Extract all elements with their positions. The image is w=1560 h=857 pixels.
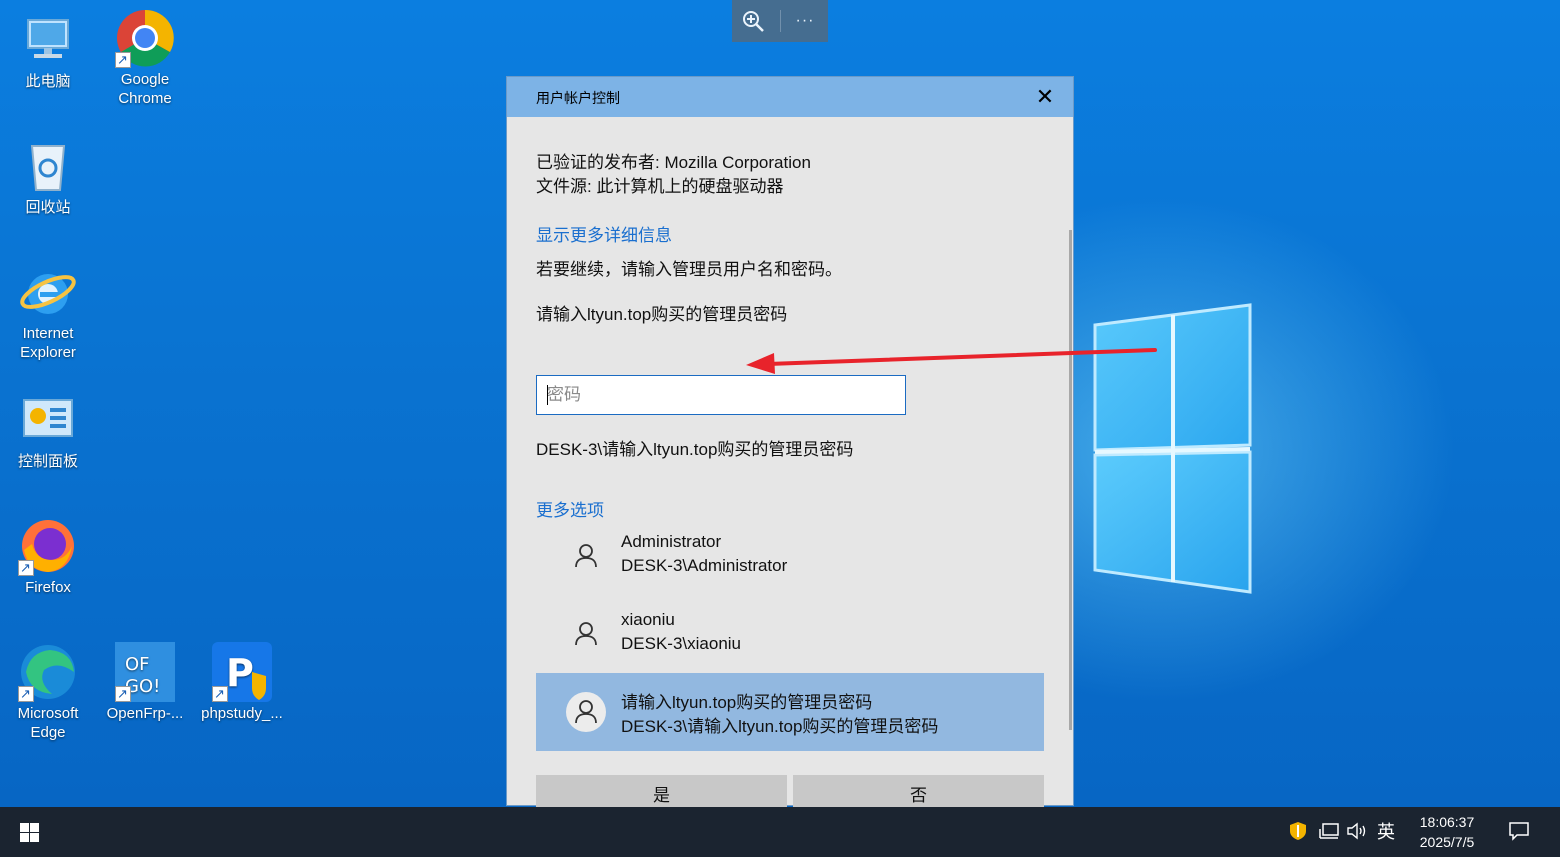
shortcut-arrow-icon bbox=[18, 558, 34, 577]
account-name: Administrator bbox=[621, 532, 722, 551]
password-field[interactable]: 密码 bbox=[536, 375, 906, 415]
selected-account-title: 请输入ltyun.top购买的管理员密码 bbox=[536, 305, 788, 324]
desktop-icon-label: 控制面板 bbox=[17, 453, 78, 470]
file-origin-text: 文件源: 此计算机上的硬盘驱动器 bbox=[536, 177, 784, 196]
svg-text:P: P bbox=[226, 651, 254, 695]
user-icon bbox=[566, 614, 606, 654]
desktop-icon-label: Internet Explorer bbox=[20, 325, 76, 361]
account-domain: DESK-3\Administrator bbox=[621, 556, 788, 575]
account-name: 请输入ltyun.top购买的管理员密码 bbox=[621, 693, 873, 712]
toolbar-separator bbox=[780, 10, 781, 32]
more-icon: ··· bbox=[795, 12, 815, 29]
account-option-administrator[interactable]: Administrator DESK-3\Administrator bbox=[536, 517, 1044, 595]
network-icon[interactable] bbox=[1318, 821, 1340, 843]
uac-title: 用户帐户控制 bbox=[536, 90, 620, 106]
desktop-icon-label: 此电脑 bbox=[25, 73, 71, 90]
taskbar: 英 18:06:37 2025/7/5 bbox=[0, 807, 1560, 857]
close-button[interactable]: ✕ bbox=[1033, 85, 1057, 109]
desktop-icon-this-pc[interactable]: 此电脑 bbox=[3, 10, 93, 91]
chrome-icon bbox=[115, 8, 175, 69]
desktop-icon-label: Firefox bbox=[25, 579, 71, 596]
recycle-bin-icon bbox=[18, 136, 78, 196]
phpstudy-icon: P bbox=[212, 642, 272, 703]
account-domain: DESK-3\请输入ltyun.top购买的管理员密码 bbox=[621, 717, 939, 736]
instruction-text: 若要继续，请输入管理员用户名和密码。 bbox=[536, 260, 842, 279]
clock-time: 18:06:37 bbox=[1419, 814, 1475, 830]
zoom-in-icon bbox=[743, 11, 764, 32]
shortcut-arrow-icon bbox=[115, 50, 131, 69]
desktop-icon-recycle-bin[interactable]: 回收站 bbox=[3, 136, 93, 217]
floating-toolbar: ··· bbox=[732, 0, 828, 42]
close-icon: ✕ bbox=[1035, 84, 1055, 109]
show-details-link[interactable]: 显示更多详细信息 bbox=[536, 221, 672, 246]
account-name: xiaoniu bbox=[621, 610, 675, 629]
more-button[interactable]: ··· bbox=[790, 8, 820, 34]
desktop-icon-openfrp[interactable]: OFGO! OpenFrp-... bbox=[100, 642, 190, 723]
uac-title-bar: 用户帐户控制 ✕ bbox=[507, 77, 1073, 117]
uac-body: 已验证的发布者: Mozilla Corporation 文件源: 此计算机上的… bbox=[507, 117, 1073, 816]
start-button[interactable] bbox=[0, 807, 58, 857]
account-option-xiaoniu[interactable]: xiaoniu DESK-3\xiaoniu bbox=[536, 595, 1044, 673]
domain-user-text: DESK-3\请输入ltyun.top购买的管理员密码 bbox=[536, 440, 854, 459]
volume-icon[interactable] bbox=[1346, 821, 1368, 843]
svg-text:OF: OF bbox=[125, 654, 150, 675]
windows-start-icon bbox=[20, 823, 39, 842]
user-icon bbox=[566, 536, 606, 576]
desktop-icon-label: OpenFrp-... bbox=[106, 705, 184, 722]
publisher-text: 已验证的发布者: Mozilla Corporation bbox=[536, 153, 811, 172]
notification-center-icon[interactable] bbox=[1507, 821, 1531, 843]
shortcut-arrow-icon bbox=[18, 684, 34, 703]
annotation-arrow bbox=[740, 340, 1160, 380]
scrollbar[interactable] bbox=[1069, 230, 1072, 730]
zoom-in-button[interactable] bbox=[738, 8, 768, 34]
uac-dialog: 用户帐户控制 ✕ 已验证的发布者: Mozilla Corporation 文件… bbox=[506, 76, 1074, 816]
shortcut-arrow-icon bbox=[212, 684, 228, 703]
clock[interactable]: 18:06:37 2025/7/5 bbox=[1404, 812, 1490, 852]
openfrp-icon: OF GO! bbox=[115, 642, 175, 703]
desktop-icon-label: Microsoft Edge bbox=[17, 705, 79, 741]
firefox-icon bbox=[18, 516, 78, 577]
desktop-icon-control-panel[interactable]: 控制面板 bbox=[3, 390, 93, 471]
edge-icon bbox=[18, 642, 78, 703]
password-placeholder: 密码 bbox=[547, 385, 581, 404]
control-panel-icon bbox=[18, 390, 78, 450]
desktop-icon-label: 回收站 bbox=[25, 199, 71, 216]
security-shield-icon[interactable] bbox=[1288, 821, 1308, 843]
internet-explorer-icon bbox=[18, 262, 78, 322]
computer-icon bbox=[18, 10, 78, 70]
desktop-icon-internet-explorer[interactable]: Internet Explorer bbox=[3, 262, 93, 362]
account-domain: DESK-3\xiaoniu bbox=[621, 634, 742, 653]
desktop-icon-label: phpstudy_... bbox=[201, 705, 283, 722]
text-caret bbox=[547, 385, 548, 405]
desktop-icon-phpstudy[interactable]: P phpstudy_... bbox=[197, 642, 287, 723]
desktop-icon-label: Google Chrome bbox=[118, 71, 172, 107]
desktop-icon-chrome[interactable]: Google Chrome bbox=[100, 8, 190, 108]
clock-date: 2025/7/5 bbox=[1419, 834, 1475, 850]
shortcut-arrow-icon bbox=[115, 684, 131, 703]
ime-indicator[interactable]: 英 bbox=[1374, 821, 1398, 843]
account-option-selected[interactable]: 请输入ltyun.top购买的管理员密码 DESK-3\请输入ltyun.top… bbox=[536, 673, 1044, 751]
desktop-icon-firefox[interactable]: Firefox bbox=[3, 516, 93, 597]
desktop-icon-edge[interactable]: Microsoft Edge bbox=[3, 642, 93, 742]
user-icon bbox=[566, 692, 606, 732]
